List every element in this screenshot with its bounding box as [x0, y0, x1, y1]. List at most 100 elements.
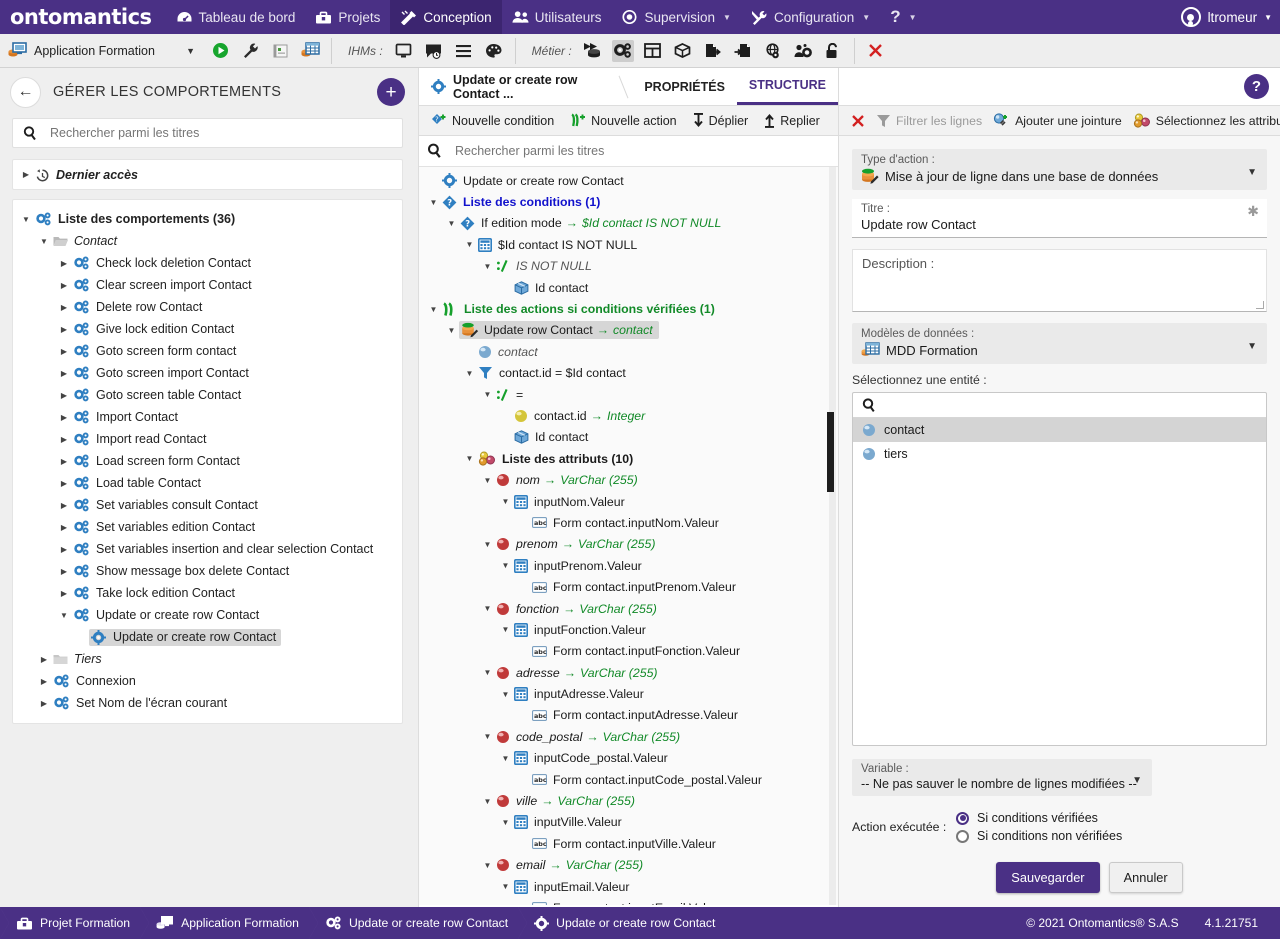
structure-tree-node[interactable]: contact	[419, 341, 838, 362]
sidebar-search[interactable]	[12, 118, 403, 148]
tree-item-behavior[interactable]: Show message box delete Contact	[13, 560, 402, 582]
scrollbar-track[interactable]	[827, 167, 836, 905]
structure-tree-node[interactable]: abc Form contact.inputNom.Valeur	[419, 512, 838, 533]
breadcrumb-item[interactable]: Update or create row Contact	[518, 907, 725, 939]
chevron-down-icon[interactable]	[480, 476, 495, 485]
chevron-right-icon[interactable]	[57, 369, 71, 378]
grid-button[interactable]	[642, 40, 664, 62]
chevron-down-icon[interactable]	[57, 611, 71, 620]
structure-tree-node[interactable]: email→VarChar (255)	[419, 855, 838, 876]
unlock-button[interactable]	[822, 40, 844, 62]
report-button[interactable]	[269, 40, 291, 62]
structure-tree-node[interactable]: abc Form contact.inputPrenom.Valeur	[419, 576, 838, 597]
chevron-down-icon[interactable]	[480, 861, 495, 870]
chevron-down-icon[interactable]	[37, 237, 51, 246]
chevron-right-icon[interactable]	[57, 523, 71, 532]
structure-tree-node[interactable]: IS NOT NULL	[419, 256, 838, 277]
chevron-right-icon[interactable]	[37, 677, 51, 686]
tab-node[interactable]: Update or create row Contact ...	[419, 68, 619, 105]
tree-item-behavior[interactable]: Clear screen import Contact	[13, 274, 402, 296]
structure-tree-node[interactable]: adresse→VarChar (255)	[419, 662, 838, 683]
structure-tree-node[interactable]: inputAdresse.Valeur	[419, 683, 838, 704]
chevron-right-icon[interactable]	[57, 501, 71, 510]
structure-tree-node[interactable]: inputVille.Valeur	[419, 812, 838, 833]
chevron-right-icon[interactable]	[57, 281, 71, 290]
structure-tree-node[interactable]: nom→VarChar (255)	[419, 469, 838, 490]
tree-item-behavior[interactable]: Connexion	[13, 670, 402, 692]
chevron-right-icon[interactable]	[57, 413, 71, 422]
behaviors-button[interactable]	[611, 39, 634, 62]
chevron-down-icon[interactable]	[426, 198, 441, 207]
entity-list-item[interactable]: tiers	[853, 442, 1266, 466]
messagebox-button[interactable]	[423, 40, 445, 62]
structure-tree-node[interactable]: abc Form contact.inputEmail.Valeur	[419, 897, 838, 905]
tree-item-behavior[interactable]: Load table Contact	[13, 472, 402, 494]
radio-option-verified[interactable]: Si conditions vérifiées	[956, 809, 1122, 827]
title-field[interactable]: Titre : Update row Contact ✱	[852, 199, 1267, 238]
tree-item-selected[interactable]: Update or create row Contact	[13, 626, 402, 648]
structure-tree-node[interactable]: inputCode_postal.Valeur	[419, 748, 838, 769]
chevron-right-icon[interactable]	[57, 435, 71, 444]
breadcrumb-item[interactable]: Update or create row Contact	[308, 907, 518, 939]
chevron-right-icon[interactable]	[57, 545, 71, 554]
description-field[interactable]: Description :	[852, 249, 1267, 312]
nav-item-supervision[interactable]: Supervision ▼	[611, 0, 740, 34]
chevron-down-icon[interactable]	[498, 818, 513, 827]
scrollbar-thumb[interactable]	[827, 412, 834, 492]
palette-button[interactable]	[483, 40, 505, 62]
entity-search-input[interactable]	[885, 397, 1257, 413]
chevron-right-icon[interactable]	[37, 655, 51, 664]
chevron-down-icon[interactable]	[480, 390, 495, 399]
chevron-down-icon[interactable]	[462, 454, 477, 463]
dataflow-button[interactable]	[582, 40, 604, 62]
chevron-down-icon[interactable]	[462, 240, 477, 249]
structure-tree-node[interactable]: abc Form contact.inputVille.Valeur	[419, 833, 838, 854]
structure-tree-node[interactable]: $Id contact IS NOT NULL	[419, 234, 838, 255]
tree-item-behavior[interactable]: Import read Contact	[13, 428, 402, 450]
structure-tree-node[interactable]: Liste des attributs (10)	[419, 448, 838, 469]
structure-tree-node[interactable]: inputPrenom.Valeur	[419, 555, 838, 576]
structure-tree-node[interactable]: inputFonction.Valeur	[419, 619, 838, 640]
chevron-down-icon[interactable]	[426, 305, 441, 314]
help-icon[interactable]: ?	[1244, 74, 1269, 99]
tree-folder-contact[interactable]: Contact	[13, 230, 402, 252]
chevron-down-icon[interactable]	[498, 561, 513, 570]
tree-item-behavior[interactable]: Take lock edition Contact	[13, 582, 402, 604]
menu-button[interactable]	[453, 40, 475, 62]
chevron-down-icon[interactable]	[498, 882, 513, 891]
nav-item-tableau-de-bord[interactable]: Tableau de bord	[166, 0, 306, 34]
tree-folder-tiers[interactable]: Tiers	[13, 648, 402, 670]
screens-button[interactable]	[393, 40, 415, 62]
chevron-right-icon[interactable]	[57, 567, 71, 576]
nav-item-conception[interactable]: Conception	[390, 0, 502, 34]
structure-tree-node[interactable]: inputNom.Valeur	[419, 491, 838, 512]
title-value[interactable]: Update row Contact	[861, 217, 1258, 232]
structure-tree-node[interactable]: contact.id → Integer	[419, 405, 838, 426]
chevron-down-icon[interactable]	[19, 215, 33, 224]
structure-tree-node[interactable]: fonction→VarChar (255)	[419, 598, 838, 619]
structure-search-input[interactable]	[453, 143, 830, 159]
new-condition-button[interactable]: ? Nouvelle condition	[425, 113, 560, 128]
tree-root-behaviors[interactable]: Liste des comportements (36)	[13, 208, 402, 230]
chevron-down-icon[interactable]	[444, 219, 459, 228]
chevron-right-icon[interactable]	[37, 699, 51, 708]
chevron-right-icon[interactable]	[57, 347, 71, 356]
structure-tree-node[interactable]: abc Form contact.inputAdresse.Valeur	[419, 705, 838, 726]
search-input[interactable]	[48, 125, 392, 141]
select-attributes-button[interactable]: Sélectionnez les attributs	[1129, 113, 1280, 128]
cancel-button[interactable]: Annuler	[1108, 862, 1183, 893]
structure-tree-node[interactable]: inputEmail.Valeur	[419, 876, 838, 897]
radio-icon[interactable]	[956, 829, 969, 843]
structure-tree-node[interactable]: abc Form contact.inputCode_postal.Valeur	[419, 769, 838, 790]
datamodel-select[interactable]: Modèles de données : MDD Formation ▼	[852, 323, 1267, 364]
tree-item-behavior[interactable]: Check lock deletion Contact	[13, 252, 402, 274]
roles-button[interactable]	[792, 40, 814, 62]
structure-tree-node[interactable]: contact.id = $Id contact	[419, 363, 838, 384]
recent-access-card[interactable]: Dernier accès	[12, 159, 403, 190]
nav-item-projets[interactable]: Projets	[305, 0, 390, 34]
chevron-down-icon[interactable]	[498, 497, 513, 506]
arrow-left-icon[interactable]: ←	[10, 76, 41, 108]
resize-grip-icon[interactable]	[1256, 301, 1264, 309]
structure-tree-node[interactable]: Id contact	[419, 277, 838, 298]
wrench-icon[interactable]	[239, 40, 261, 62]
